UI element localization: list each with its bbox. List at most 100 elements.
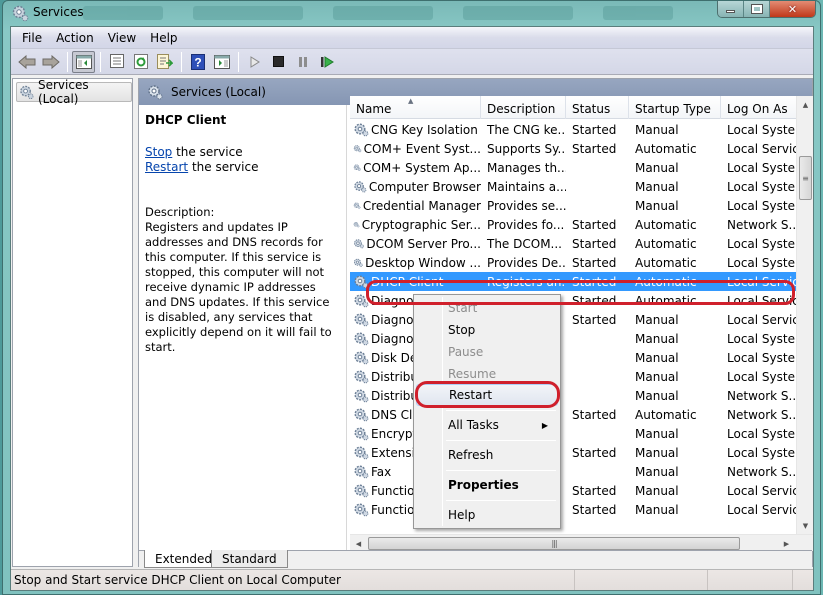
vertical-scroll-thumb[interactable]: ≡ [799,156,812,200]
service-description-block: Description: Registers and updates IP ad… [145,205,340,355]
maximize-icon [750,4,763,14]
properties-icon [109,54,124,68]
export-list-button[interactable] [153,51,176,73]
cell-startup-type: Manual [635,445,679,460]
maximize-button[interactable] [744,1,770,17]
service-gear-icon [353,258,363,267]
column-header-log-on-as[interactable]: Log On As [721,96,796,119]
menu-view[interactable]: View [101,31,143,45]
context-menu-restart[interactable]: Restart [416,384,558,406]
cell-name: DCOM Server Pro... [350,236,481,251]
tab-standard[interactable]: Standard [211,550,288,568]
console-tree: Services (Local) [12,78,133,567]
title-bar[interactable]: Services ✕ [3,1,820,25]
scroll-up-icon[interactable]: ▲ [797,96,814,113]
menu-action[interactable]: Action [49,31,101,45]
menu-bar: File Action View Help [11,27,813,49]
context-menu-start[interactable]: Start [416,297,558,319]
table-row[interactable]: Credential Manager Provides se... Manual Lo… [350,196,796,215]
show-hide-console-tree-button[interactable] [72,50,95,73]
service-gear-icon [354,446,369,460]
restart-service-suffix: the service [188,160,259,174]
show-action-pane-button[interactable] [210,51,233,73]
context-menu-separator [446,500,556,501]
table-row[interactable]: COM+ Event Syst... Supports Sy... Started A… [350,139,796,158]
context-menu-all-tasks[interactable]: All Tasks ▶ [416,414,558,436]
service-gear-icon [353,221,360,228]
service-name: DHCP Client [371,274,444,289]
forward-button[interactable] [39,51,62,73]
service-gear-icon [354,465,369,479]
table-row[interactable]: COM+ System Ap... Manages th... Manual Loca… [350,158,796,177]
cell-status: Started [572,274,617,289]
vertical-scrollbar[interactable]: ▲ ≡ ▼ [796,96,813,534]
cell-log-on-as: Local Service [727,483,796,498]
cell-name: COM+ Event Syst... [350,141,481,156]
cell-log-on-as: Network S... [727,388,796,403]
restart-service-line: Restart the service [145,160,340,175]
back-button[interactable] [15,51,38,73]
cell-name: Cryptographic Ser... [350,217,481,232]
service-gear-icon [354,332,369,346]
context-menu-refresh[interactable]: Refresh [416,444,558,466]
restart-service-button[interactable] [315,51,338,73]
service-name: Computer Browser [368,179,481,194]
column-header-status[interactable]: Status [566,96,629,119]
stop-service-link[interactable]: Stop [145,145,172,159]
context-menu-help[interactable]: Help [416,504,558,526]
status-bar: Stop and Start service DHCP Client on Lo… [11,569,813,590]
content-header-title: Services (Local) [171,85,266,99]
cell-name: CNG Key Isolation [350,122,481,137]
restart-service-link[interactable]: Restart [145,160,188,174]
column-header-startup-type[interactable]: Startup Type [629,96,721,119]
menu-file[interactable]: File [15,31,49,45]
cell-startup-type: Manual [635,331,679,346]
table-row[interactable]: Computer Browser Maintains a... Manual Loca… [350,177,796,196]
selected-service-name: DHCP Client [145,113,227,127]
cell-name: COM+ System Ap... [350,160,481,175]
close-button[interactable]: ✕ [770,1,815,17]
cell-status: Started [572,236,617,251]
gear-icon [148,85,163,100]
refresh-button[interactable] [129,51,152,73]
cell-status: Started [572,312,617,327]
scroll-down-icon[interactable]: ▼ [797,517,814,534]
horizontal-scroll-thumb[interactable]: ||| [368,537,740,550]
table-row[interactable]: Cryptographic Ser... Provides fo... Starte… [350,215,796,234]
action-pane-icon [213,54,230,69]
help-button[interactable]: ? [186,51,209,73]
cell-startup-type: Manual [635,312,679,327]
context-menu-properties[interactable]: Properties [416,474,558,496]
refresh-icon [133,54,148,69]
cell-status: Started [572,502,617,517]
table-row[interactable]: DCOM Server Pro... The DCOM... Started Auto… [350,234,796,253]
cell-log-on-as: Local Service [727,502,796,517]
minimize-button[interactable] [718,1,744,17]
cell-log-on-as: Local Syste... [727,255,796,270]
menu-help[interactable]: Help [143,31,184,45]
context-menu-separator [446,470,556,471]
column-header-name[interactable]: ▲ Name [350,96,481,119]
context-menu-pause[interactable]: Pause [416,341,558,363]
cell-log-on-as: Local Syste... [727,331,796,346]
table-row-selected[interactable]: DHCP Client Registers an... Started Automat… [350,272,796,291]
stop-service-button[interactable] [267,51,290,73]
column-header-description[interactable]: Description [481,96,566,119]
cell-name: Credential Manager [350,198,481,213]
back-arrow-icon [17,54,35,69]
tree-item-services-local[interactable]: Services (Local) [16,78,132,106]
start-service-button[interactable] [243,51,266,73]
context-menu-resume[interactable]: Resume [416,363,558,385]
horizontal-scrollbar[interactable]: ◀ ||| ▶ [350,534,813,551]
table-row[interactable]: CNG Key Isolation The CNG ke... Started Man… [350,120,796,139]
restart-icon [320,55,334,68]
cell-status: Started [572,122,617,137]
context-menu-stop[interactable]: Stop [416,319,558,341]
properties-button[interactable] [105,51,128,73]
cell-description: Maintains a... [487,179,566,194]
pause-service-button[interactable] [291,51,314,73]
table-row[interactable]: Desktop Window ... Provides De... Started A… [350,253,796,272]
toolbar-separator [181,51,182,72]
context-menu-separator [446,440,556,441]
cell-log-on-as: Local Service [727,312,796,327]
